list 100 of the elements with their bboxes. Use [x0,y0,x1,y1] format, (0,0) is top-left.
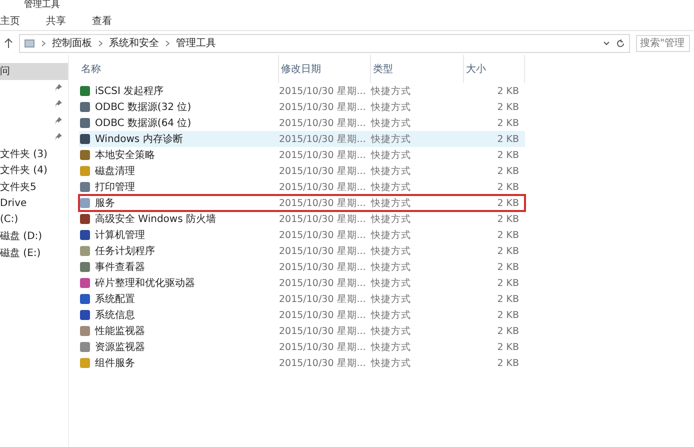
chevron-icon [165,40,170,46]
file-row[interactable]: 打印管理 2015/10/30 星期... 快捷方式 2 KB [79,179,525,195]
date-cell-text: 2015/10/30 星期... [279,276,367,290]
file-row[interactable]: 服务 2015/10/30 星期... 快捷方式 2 KB [79,195,525,211]
chevron-icon [41,40,46,46]
type-cell-text: 快捷方式 [371,212,412,226]
sidebar-item[interactable]: 磁盘 (D:) [0,228,68,244]
date-cell-text: 2015/10/30 星期... [279,100,367,114]
file-row[interactable]: 任务计划程序 2015/10/30 星期... 快捷方式 2 KB [79,243,525,259]
type-cell-text: 快捷方式 [371,100,412,114]
file-name: 本地安全策略 [79,148,279,162]
file-row[interactable]: 组件服务 2015/10/30 星期... 快捷方式 2 KB [79,355,525,371]
type-cell-text: 快捷方式 [371,340,412,354]
file-name: 资源监视器 [79,340,279,354]
file-row[interactable]: ODBC 数据源(32 位) 2015/10/30 星期... 快捷方式 2 KB [79,99,525,115]
date-cell-text: 2015/10/30 星期... [279,356,367,370]
control-panel-icon [24,38,35,48]
ribbon-tab[interactable]: 共享 [46,14,66,28]
type-cell-text: 快捷方式 [371,244,412,258]
size-cell-text: 2 KB [496,358,520,368]
file-name: ODBC 数据源(64 位) [79,116,279,130]
sidebar-item[interactable]: 文件夹5 [0,178,68,195]
search-field[interactable]: 搜索"管理 [636,34,690,52]
file-name: 计算机管理 [79,228,279,242]
size-cell-text: 2 KB [496,310,520,320]
file-name: 事件查看器 [79,260,279,274]
type-cell-text: 快捷方式 [371,308,412,322]
breadcrumb[interactable]: 控制面板 [52,36,92,50]
file-row[interactable]: iSCSI 发起程序 2015/10/30 星期... 快捷方式 2 KB [79,83,525,99]
refresh-icon[interactable] [616,38,625,48]
file-row[interactable]: 性能监视器 2015/10/30 星期... 快捷方式 2 KB [79,323,525,339]
file-name: 碎片整理和优化驱动器 [79,276,279,290]
file-name: 高级安全 Windows 防火墙 [79,212,279,226]
date-cell-text: 2015/10/30 星期... [279,84,367,98]
date-cell-text: 2015/10/30 星期... [279,180,367,194]
window-title: 管理工具 [24,0,60,11]
file-name: Windows 内存诊断 [79,132,279,146]
sidebar-item[interactable]: Drive [0,195,68,212]
file-row[interactable]: 高级安全 Windows 防火墙 2015/10/30 星期... 快捷方式 2 KB [79,211,525,227]
size-cell-text: 2 KB [496,134,520,144]
date-cell-text: 2015/10/30 星期... [279,244,367,258]
sidebar-item[interactable]: 文件夹 (4) [0,162,68,178]
size-cell-text: 2 KB [496,102,520,112]
breadcrumb[interactable]: 系统和安全 [109,36,159,50]
file-row[interactable]: 计算机管理 2015/10/30 星期... 快捷方式 2 KB [79,227,525,243]
size-cell-text: 2 KB [496,214,520,224]
file-row[interactable]: 磁盘清理 2015/10/30 星期... 快捷方式 2 KB [79,163,525,179]
size-cell-text: 2 KB [496,342,520,352]
size-cell-text: 2 KB [496,118,520,128]
column-header[interactable]: 修改日期 [279,55,371,83]
sidebar-item[interactable]: 问 [0,63,68,80]
file-row[interactable]: 碎片整理和优化驱动器 2015/10/30 星期... 快捷方式 2 KB [79,275,525,291]
size-cell-text: 2 KB [496,198,520,208]
file-row[interactable]: 资源监视器 2015/10/30 星期... 快捷方式 2 KB [79,339,525,355]
type-cell-text: 快捷方式 [371,276,412,290]
type-cell-text: 快捷方式 [371,132,412,146]
date-cell-text: 2015/10/30 星期... [279,212,367,226]
type-cell-text: 快捷方式 [371,356,412,370]
dropdown-caret-icon[interactable] [603,40,610,46]
file-row[interactable]: 事件查看器 2015/10/30 星期... 快捷方式 2 KB [79,259,525,275]
date-cell-text: 2015/10/30 星期... [279,324,367,338]
address-bar[interactable]: 控制面板 系统和安全 管理工具 [19,34,630,52]
file-row[interactable]: 本地安全策略 2015/10/30 星期... 快捷方式 2 KB [79,147,525,163]
file-name: ODBC 数据源(32 位) [79,100,279,114]
size-cell-text: 2 KB [496,166,520,176]
file-row[interactable]: 系统信息 2015/10/30 星期... 快捷方式 2 KB [79,307,525,323]
type-cell-text: 快捷方式 [371,164,412,178]
size-cell-text: 2 KB [496,294,520,304]
breadcrumb[interactable]: 管理工具 [176,36,216,50]
file-row[interactable]: Windows 内存诊断 2015/10/30 星期... 快捷方式 2 KB [79,131,525,147]
date-cell-text: 2015/10/30 星期... [279,164,367,178]
size-cell-text: 2 KB [496,262,520,272]
type-cell-text: 快捷方式 [371,196,412,210]
size-cell-text: 2 KB [496,246,520,256]
type-cell-text: 快捷方式 [371,180,412,194]
type-cell-text: 快捷方式 [371,116,412,130]
sidebar-item[interactable]: 文件夹 (3) [0,146,68,162]
date-cell-text: 2015/10/30 星期... [279,292,367,306]
date-cell-text: 2015/10/30 星期... [279,340,367,354]
ribbon-tab[interactable]: 查看 [92,14,112,28]
column-header[interactable]: 类型 [371,55,464,83]
sidebar-item[interactable]: (C:) [0,212,68,228]
file-row[interactable]: 系统配置 2015/10/30 星期... 快捷方式 2 KB [79,291,525,307]
column-header[interactable]: 大小 [464,55,525,83]
size-cell-text: 2 KB [496,326,520,336]
file-name: 系统配置 [79,292,279,306]
ribbon-tab[interactable]: 主页 [0,14,20,28]
up-arrow-icon[interactable] [4,38,13,48]
file-name: 系统信息 [79,308,279,322]
file-row[interactable]: ODBC 数据源(64 位) 2015/10/30 星期... 快捷方式 2 KB [79,115,525,131]
type-cell-text: 快捷方式 [371,260,412,274]
file-name: 磁盘清理 [79,164,279,178]
date-cell-text: 2015/10/30 星期... [279,228,367,242]
sidebar-item[interactable]: 磁盘 (E:) [0,244,68,261]
size-cell-text: 2 KB [496,182,520,192]
chevron-icon [98,40,103,46]
size-cell-text: 2 KB [496,230,520,240]
column-header[interactable]: 名称 [79,55,279,83]
type-cell-text: 快捷方式 [371,324,412,338]
file-name: 服务 [79,196,279,210]
